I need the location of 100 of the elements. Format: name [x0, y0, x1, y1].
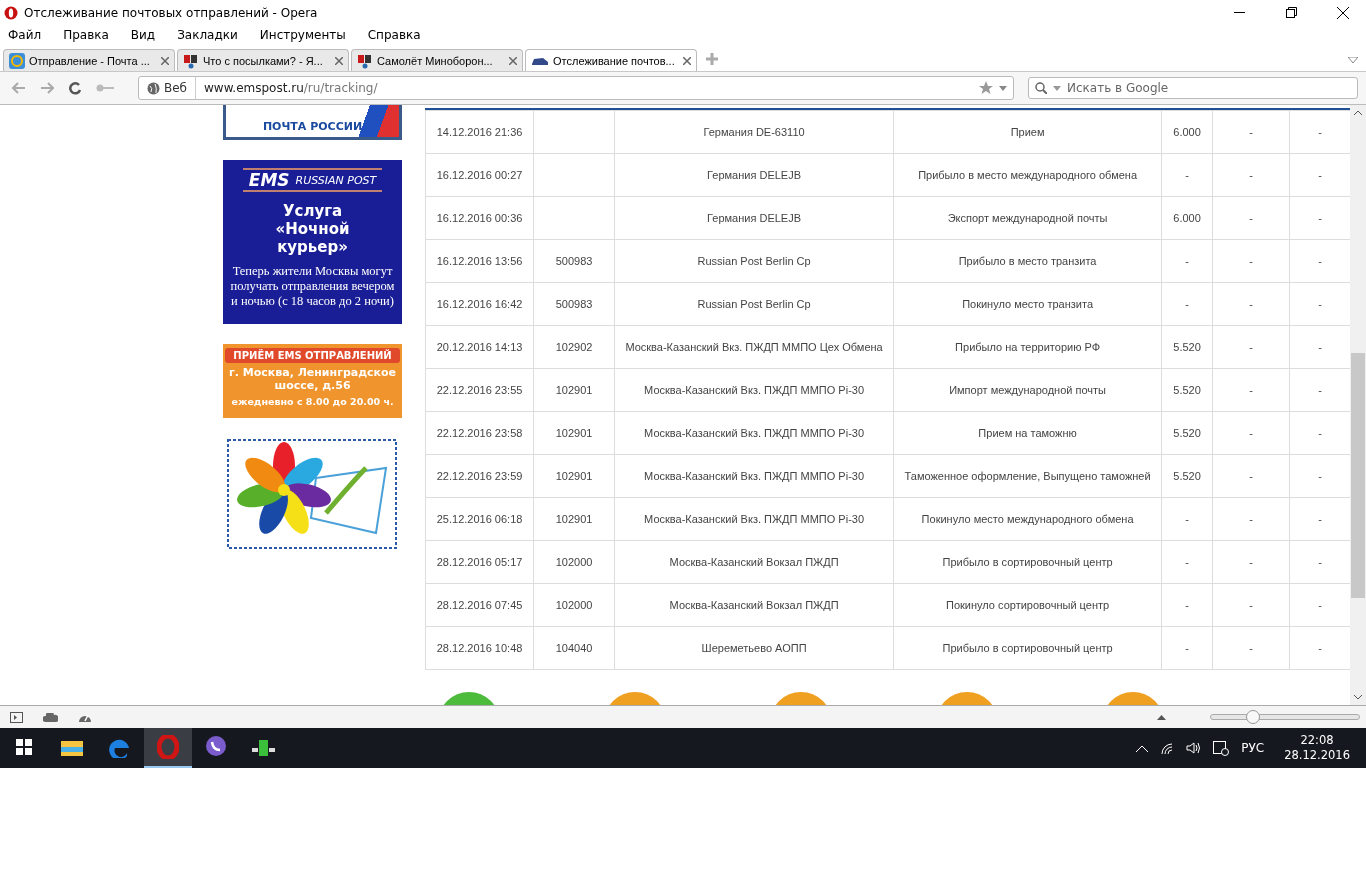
table-cell: - — [1212, 196, 1290, 240]
table-cell: 5.520 — [1161, 368, 1213, 412]
table-cell: 16.12.2016 13:56 — [425, 239, 534, 283]
menu-item[interactable]: Инструменты — [259, 28, 346, 42]
address-banner[interactable]: ПРИЁМ EMS ОТПРАВЛЕНИЙ г. Москва, Ленинградское шоссе, д.56 ежедневно с 8.00 до 20.00 ч. — [223, 344, 403, 418]
star-icon[interactable] — [979, 81, 993, 95]
phone-bubble-icon[interactable] — [204, 735, 228, 759]
start-icon[interactable] — [16, 739, 32, 755]
table-cell: 22.12.2016 23:58 — [425, 411, 534, 455]
table-cell: Германия DELEJB — [614, 196, 894, 240]
table-cell: 102902 — [533, 325, 615, 369]
table-cell: - — [1212, 583, 1290, 627]
table-cell: 6.000 — [1161, 110, 1213, 154]
table-cell: 104040 — [533, 626, 615, 670]
table-cell: - — [1161, 540, 1213, 584]
caret-icon[interactable] — [1157, 714, 1166, 720]
table-cell: 102901 — [533, 411, 615, 455]
menu-item[interactable]: Вид — [130, 28, 156, 42]
dropdown-icon[interactable] — [1053, 85, 1061, 91]
browser-tab[interactable]: Отслеживание почтов... — [525, 49, 697, 71]
ems-logo: EMS RUSSIAN POST — [242, 168, 383, 192]
table-cell: Германия DE-63110 — [614, 110, 894, 154]
opera-icon — [4, 5, 18, 20]
table-cell: 102901 — [533, 368, 615, 412]
restore-icon[interactable] — [1285, 7, 1297, 18]
table-cell: Russian Post Berlin Cp — [614, 239, 894, 283]
table-cell: 102901 — [533, 454, 615, 498]
banner-hours: ежедневно с 8.00 до 20.00 ч. — [231, 396, 394, 407]
menu-item[interactable]: Закладки — [177, 28, 238, 42]
table-cell: Покинуло сортировочный центр — [893, 583, 1162, 627]
table-cell: 22.12.2016 23:55 — [425, 368, 534, 412]
search-icon — [1035, 82, 1047, 94]
browser-tab[interactable]: Отправление - Почта ... — [3, 49, 175, 71]
table-cell: - — [1212, 540, 1290, 584]
dropdown-icon[interactable] — [1348, 57, 1358, 63]
table-cell: Прибыло на территорию РФ — [893, 325, 1162, 369]
search-field[interactable]: Искать в Google — [1028, 77, 1358, 99]
browser-tab[interactable]: Что с посылками? - Я... — [177, 49, 349, 71]
dropdown-icon[interactable] — [999, 85, 1007, 91]
reload-icon[interactable] — [68, 81, 82, 95]
banner-text: Теперь жители Москвы могут получать отправления вечером и ночью (с 18 часов до 2 ночи) — [229, 264, 396, 309]
close-icon[interactable] — [1337, 6, 1349, 19]
table-cell: Импорт международной почты — [893, 368, 1162, 412]
scroll-up-icon[interactable] — [1354, 110, 1363, 115]
table-cell: 16.12.2016 00:27 — [425, 153, 534, 197]
folder-icon[interactable] — [61, 738, 83, 756]
table-cell: 5.520 — [1161, 325, 1213, 369]
table-cell: - — [1161, 239, 1213, 283]
table-cell: - — [1212, 411, 1290, 455]
table-cell: - — [1212, 110, 1290, 154]
logo-icon — [357, 52, 373, 69]
table-cell: Покинуло место транзита — [893, 282, 1162, 326]
scope-label: Веб — [164, 81, 187, 95]
clock[interactable]: 22:08 28.12.2016 — [1284, 733, 1350, 763]
table-cell: 16.12.2016 00:36 — [425, 196, 534, 240]
table-cell: Москва-Казанский Вкз. ПЖДП ММПО Pi-30 — [614, 411, 894, 455]
table-cell: Москва-Казанский Вкз. ПЖДП ММПО Pi-30 — [614, 454, 894, 498]
banner-title: Услуга «Ночной курьер» — [274, 202, 351, 256]
address-field[interactable]: Веб www.emspost.ru/ru/tracking/ — [138, 76, 1014, 100]
table-cell: Москва-Казанский Вокзал ПЖДП — [614, 540, 894, 584]
post-banner[interactable]: ПОЧТА РОССИИ — [223, 105, 403, 140]
scroll-down-icon[interactable] — [1354, 695, 1363, 700]
panel-icon[interactable] — [10, 711, 23, 723]
table-cell: Москва-Казанский Вокзал ПЖДП — [614, 583, 894, 627]
table-cell: 102000 — [533, 583, 615, 627]
window-title: Отслеживание почтовых отправлений - Opera — [24, 5, 319, 20]
slider-thumb[interactable] — [1246, 710, 1261, 724]
table-cell: Прием — [893, 110, 1162, 154]
table-cell: 102000 — [533, 540, 615, 584]
table-cell: - — [1212, 454, 1290, 498]
table-cell: Москва-Казанский Вкз. ПЖДП ММПО Pi-30 — [614, 368, 894, 412]
table-cell: 20.12.2016 14:13 — [425, 325, 534, 369]
table-cell: - — [1212, 626, 1290, 670]
table-cell: - — [1212, 282, 1290, 326]
chevron-up-icon[interactable] — [1136, 744, 1149, 752]
table-cell: - — [1161, 153, 1213, 197]
table-cell: - — [1212, 325, 1290, 369]
table-cell: Москва-Казанский Вкз. ПЖДП ММПО Цех Обмена — [614, 325, 894, 369]
notification-icon[interactable] — [1213, 740, 1230, 756]
table-cell: Прибыло в сортировочный центр — [893, 626, 1162, 670]
table-cell: - — [1161, 583, 1213, 627]
language-indicator[interactable]: РУС — [1241, 741, 1265, 755]
menu-item[interactable]: Файл — [8, 28, 42, 42]
table-cell: 500983 — [533, 282, 615, 326]
table-cell: - — [1212, 239, 1290, 283]
menu-item[interactable]: Справка — [367, 28, 421, 42]
table-cell: 22.12.2016 23:59 — [425, 454, 534, 498]
scrollbar[interactable] — [1350, 105, 1366, 705]
at-sign-icon — [9, 52, 25, 69]
courier-banner[interactable]: EMS RUSSIAN POST Услуга «Ночной курьер» Теперь жители Москвы могут получать отправления вечером и ночью (с 18 часов до 2 ночи) — [223, 160, 403, 324]
cloud-icon[interactable] — [43, 712, 58, 722]
table-cell: Экспорт международной почты — [893, 196, 1162, 240]
table-cell: - — [1212, 368, 1290, 412]
logo-icon — [183, 52, 199, 69]
wifi-icon[interactable] — [1160, 742, 1175, 754]
browser-tab[interactable]: Самолёт Миноборон... — [351, 49, 523, 71]
minimize-icon[interactable] — [1233, 11, 1245, 14]
speaker-icon[interactable] — [1186, 742, 1202, 754]
menu-item[interactable]: Правка — [63, 28, 109, 42]
banner-address: г. Москва, Ленинградское шоссе, д.56 — [228, 366, 398, 392]
